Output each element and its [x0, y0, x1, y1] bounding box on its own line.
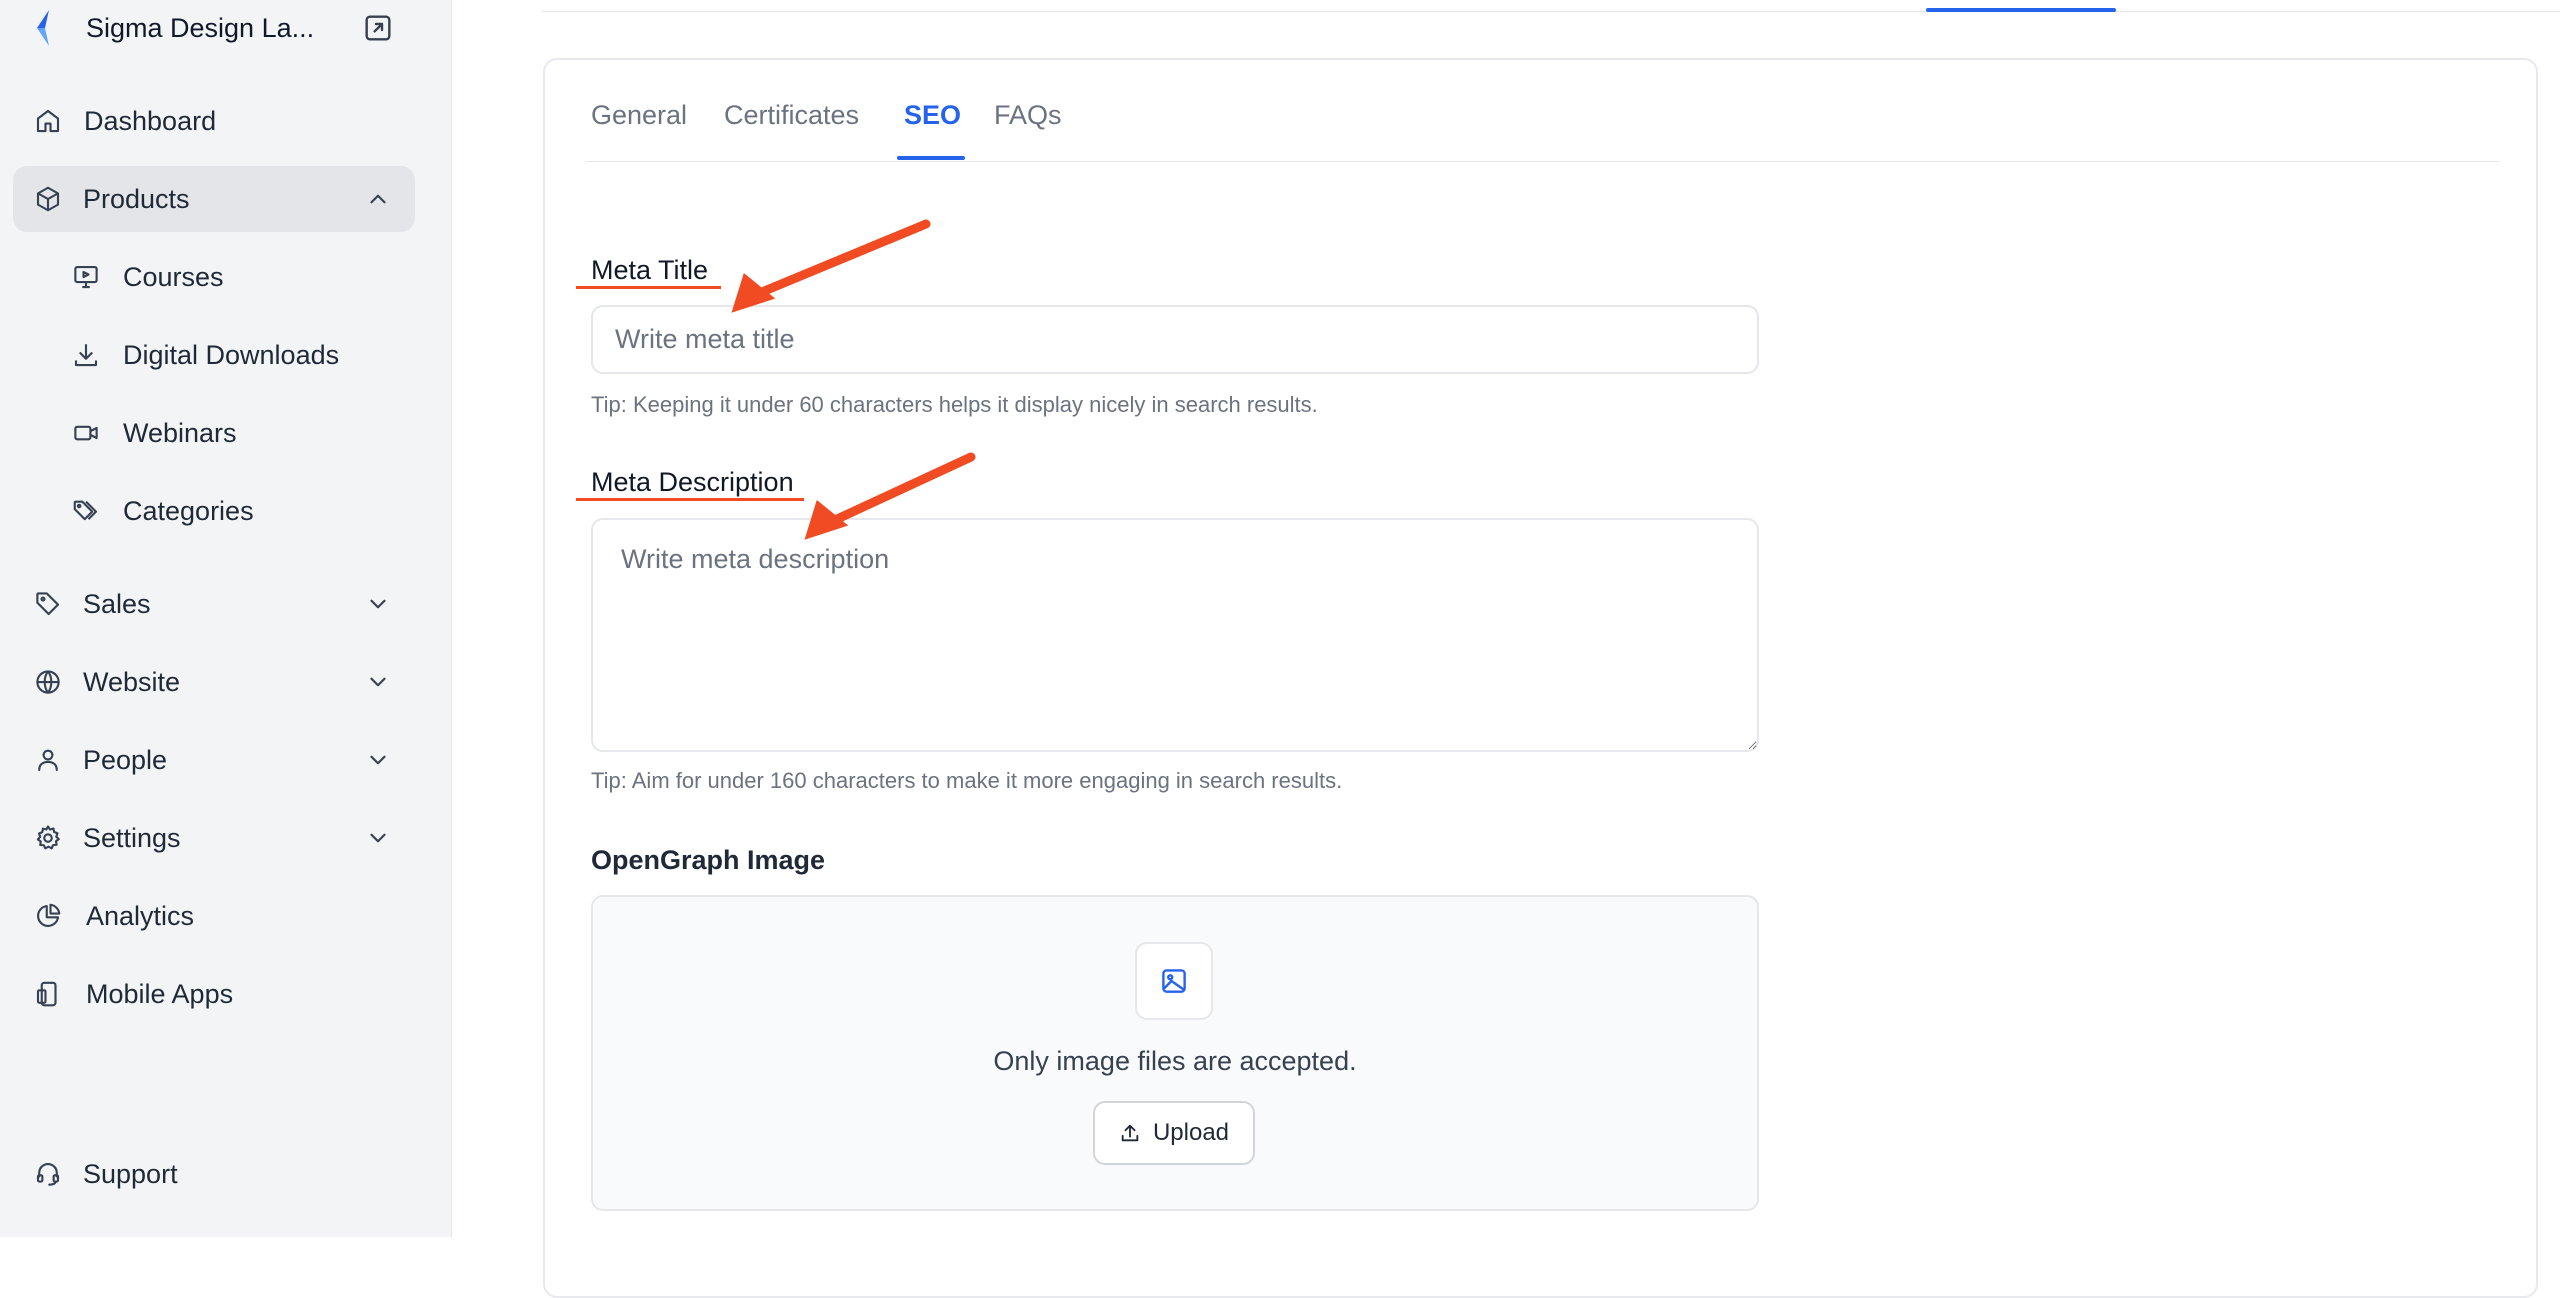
sidebar-item-people[interactable]: People — [13, 727, 415, 793]
sidebar-item-label: Website — [83, 666, 181, 697]
sidebar-item-products[interactable]: Products — [13, 166, 415, 232]
sidebar-item-label: Mobile Apps — [86, 978, 234, 1009]
tab-active-indicator — [897, 156, 965, 160]
cube-icon — [36, 186, 60, 212]
presentation-icon — [74, 265, 98, 289]
sidebar-item-courses[interactable]: Courses — [13, 244, 415, 310]
sidebar-item-label: Settings — [83, 822, 181, 853]
sidebar-item-label: Courses — [123, 261, 224, 292]
top-tab-active-indicator — [1926, 8, 2116, 12]
sidebar-item-sales[interactable]: Sales — [13, 571, 415, 637]
sidebar-item-label: People — [83, 744, 168, 775]
sidebar-item-label: Categories — [123, 495, 254, 526]
sidebar-item-support[interactable]: Support — [13, 1141, 415, 1207]
og-image-label: OpenGraph Image — [591, 845, 826, 875]
meta-title-label: Meta Title — [591, 255, 709, 285]
video-icon — [74, 425, 98, 441]
sidebar-item-label: Support — [83, 1158, 178, 1189]
sidebar-item-label: Dashboard — [84, 105, 217, 136]
top-tabs-divider — [542, 11, 2560, 12]
sidebar-item-digital-downloads[interactable]: Digital Downloads — [13, 322, 415, 388]
image-icon — [1162, 969, 1186, 993]
annotation-underline — [576, 498, 804, 501]
sidebar-item-label: Analytics — [86, 900, 195, 931]
tags-icon — [73, 500, 98, 521]
sidebar-item-label: Sales — [83, 588, 151, 619]
upload-icon — [1121, 1124, 1139, 1142]
upload-button[interactable]: Upload — [1093, 1101, 1255, 1165]
chevron-up-icon — [370, 194, 386, 204]
gear-icon — [36, 825, 60, 850]
sidebar-item-webinars[interactable]: Webinars — [13, 400, 415, 466]
meta-description-textarea[interactable] — [591, 518, 1759, 752]
external-link-icon[interactable] — [362, 12, 394, 44]
home-icon — [36, 109, 60, 133]
sidebar-item-analytics[interactable]: Analytics — [13, 883, 415, 949]
brand[interactable]: Sigma Design La... — [32, 6, 412, 50]
tab-general[interactable]: General — [591, 100, 687, 131]
tab-faqs[interactable]: FAQs — [994, 100, 1062, 131]
meta-title-tip: Tip: Keeping it under 60 characters help… — [591, 392, 1318, 417]
sidebar-item-label: Products — [83, 183, 190, 214]
tag-icon — [36, 592, 60, 616]
sidebar-item-mobile-apps[interactable]: Mobile Apps — [13, 961, 415, 1027]
mobile-icon — [36, 981, 57, 1007]
sidebar: Sigma Design La... Dashboard Products Co… — [0, 0, 452, 1237]
chevron-down-icon — [370, 599, 386, 609]
download-icon — [74, 343, 98, 367]
og-image-preview[interactable] — [1135, 942, 1213, 1020]
upload-button-label: Upload — [1152, 1119, 1230, 1146]
chevron-down-icon — [370, 755, 386, 765]
meta-description-label: Meta Description — [591, 467, 794, 497]
sidebar-item-label: Digital Downloads — [123, 339, 340, 370]
brand-logo-icon — [37, 10, 49, 46]
pie-chart-icon — [37, 903, 61, 927]
brand-name: Sigma Design La... — [86, 12, 315, 43]
headset-icon — [36, 1162, 60, 1186]
sidebar-item-categories[interactable]: Categories — [13, 478, 415, 544]
meta-description-tip: Tip: Aim for under 160 characters to mak… — [591, 768, 1343, 793]
tab-certificates[interactable]: Certificates — [724, 100, 859, 131]
user-icon — [38, 749, 58, 772]
tab-seo[interactable]: SEO — [904, 100, 961, 131]
sidebar-item-settings[interactable]: Settings — [13, 805, 415, 871]
og-image-hint: Only image files are accepted. — [993, 1046, 1357, 1076]
annotation-arrow — [731, 219, 931, 313]
chevron-down-icon — [370, 833, 386, 843]
sidebar-item-website[interactable]: Website — [13, 649, 415, 715]
sidebar-item-dashboard[interactable]: Dashboard — [13, 88, 415, 154]
tabs-divider — [585, 161, 2499, 162]
annotation-arrow — [804, 452, 976, 540]
sidebar-item-label: Webinars — [123, 417, 237, 448]
globe-icon — [36, 670, 60, 694]
chevron-down-icon — [370, 677, 386, 687]
